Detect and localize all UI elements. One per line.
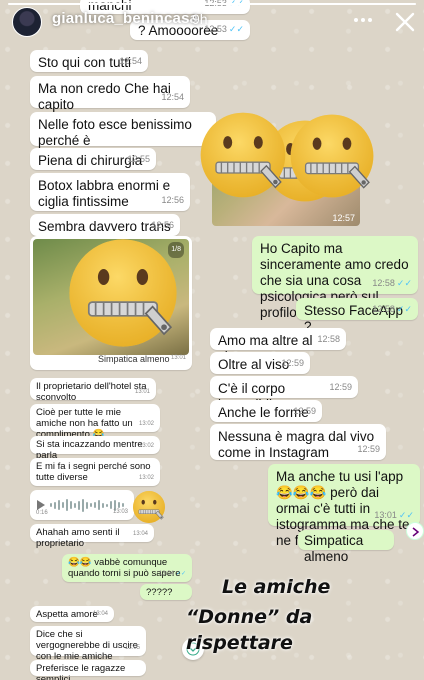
- voice-note-bubble: 0:16 13:03: [30, 490, 134, 520]
- chat-bubble-incoming: Nelle foto esce benissimo perché è: [30, 112, 216, 148]
- chat-bubble-incoming: Nessuna è magra dal vivo come in Instagr…: [210, 424, 386, 460]
- chat-bubble-incoming: Amo ma altre al viso 12:58: [210, 328, 346, 364]
- message-text: Il proprietario dell'hotel sta sconvolto: [36, 381, 147, 403]
- message-text: Dice che si vergognerebbe di uscire con …: [36, 629, 138, 662]
- message-time: 12:56: [161, 195, 184, 205]
- zipper-mouth-sticker: [66, 236, 180, 350]
- waveform-bar: [74, 502, 76, 508]
- waveform-bar: [50, 503, 52, 507]
- story-header: gianluca_benincasa 9h: [0, 0, 424, 44]
- story-username[interactable]: gianluca_benincasa: [52, 10, 198, 27]
- waveform-bar: [62, 502, 64, 508]
- message-text: E mi fa i segni perché sono tutte divers…: [36, 461, 151, 483]
- message-time: 12:58 ✓✓: [372, 304, 412, 314]
- chat-bubble-outgoing: Simpatica almeno: [298, 530, 394, 564]
- voice-duration: 0:16: [36, 510, 48, 516]
- message-text: Nessuna è magra dal vivo come in Instagr…: [218, 429, 375, 460]
- close-icon[interactable]: [392, 9, 418, 35]
- chat-bubble-incoming: Ma non credo Che hai capito 12:54: [30, 76, 190, 112]
- message-time: 12:58: [317, 334, 340, 344]
- chat-bubble-outgoing: Stesso FaceApp ? 12:58 ✓✓: [296, 298, 418, 334]
- waveform-bar: [106, 503, 108, 507]
- message-text: Aspetta amore: [36, 609, 98, 620]
- waveform-bar: [86, 501, 88, 509]
- zipper-mouth-sticker: [288, 112, 376, 200]
- chat-bubble-incoming: Piena di chirurgia 12:55: [30, 148, 156, 170]
- message-text: Simpatica almeno: [304, 533, 364, 564]
- waveform-bar: [110, 501, 112, 509]
- chat-bubble-incoming: Botox labbra enormi e ciglia fintissime …: [30, 173, 190, 211]
- message-text: Nelle foto esce benissimo perché è: [38, 117, 192, 148]
- story-caption-line1: Le amiche: [222, 576, 331, 598]
- chat-bubble-incoming: Oltre al viso 12:59: [210, 352, 310, 374]
- waveform-bar: [102, 502, 104, 508]
- waveform-bar: [82, 498, 84, 512]
- message-time: 13:04: [92, 611, 108, 617]
- message-time: 12:59: [281, 358, 304, 368]
- chat-bubble-outgoing: 😂😂 vabbè comunque quando torni si può sa…: [62, 554, 192, 582]
- message-text: ?????: [146, 587, 173, 598]
- message-time: 12:59: [293, 406, 316, 416]
- message-time: 13:03: [112, 509, 128, 515]
- message-time: 13:04 ✓✓: [158, 571, 186, 577]
- message-text: Preferisce le ragazze semplici: [36, 663, 126, 680]
- waveform-bar: [90, 503, 92, 507]
- story-time-ago: 9h: [192, 11, 208, 27]
- waveform-bar: [66, 499, 68, 511]
- chat-bubble-outgoing: ?????: [140, 584, 192, 600]
- forward-icon: [412, 527, 420, 537]
- message-time: 13:01: [134, 389, 150, 395]
- waveform-bar: [98, 500, 100, 510]
- message-time: 12:59: [357, 444, 380, 454]
- story-caption-line2: “Donne” da rispettare: [186, 606, 313, 654]
- zipper-mouth-sticker: [132, 490, 166, 524]
- waveform-bar: [70, 501, 72, 509]
- more-options-icon[interactable]: [354, 12, 378, 28]
- message-text: Botox labbra enormi e ciglia fintissime: [38, 178, 171, 209]
- message-text: Ahahah amo senti il proprietario: [36, 527, 120, 549]
- waveform-bar: [54, 501, 56, 509]
- waveform-bar: [94, 502, 96, 508]
- message-time: 12:54: [119, 56, 142, 66]
- chat-bubble-incoming: Dice che si vergognerebbe di uscire con …: [30, 626, 146, 662]
- chat-bubble-incoming: Sembra davvero trans 12:56: [30, 214, 180, 236]
- message-time: 12:54: [161, 92, 184, 102]
- chat-bubble-incoming: Il proprietario dell'hotel sta sconvolto…: [30, 378, 156, 403]
- message-time: 13:02: [138, 475, 154, 481]
- chat-bubble-outgoing: Ho Capito ma sinceramente amo credo che …: [252, 236, 418, 320]
- message-time: 12:56: [151, 220, 174, 230]
- waveform-bar: [78, 500, 80, 510]
- photo-caption: Simpatica almeno: [98, 354, 170, 364]
- message-time: 13:02: [138, 421, 154, 427]
- message-text: Sto qui con tutti: [38, 55, 132, 70]
- photo-time: 12:57: [332, 213, 355, 223]
- chat-bubble-incoming: Cioè per tutte le mie amiche non ha fatt…: [30, 404, 160, 440]
- avatar[interactable]: [12, 7, 42, 37]
- message-time: 13:05: [124, 645, 140, 651]
- chat-bubble-incoming: Anche le forme 12:59: [210, 400, 322, 422]
- chat-bubble-incoming: Ahahah amo senti il proprietario 13:04: [30, 524, 154, 549]
- story-viewer: manchi 12:53✓✓ ? Amooooree 12:53✓✓ Sto q…: [0, 0, 424, 680]
- waveform-bar: [58, 500, 60, 510]
- message-text: Oltre al viso: [218, 357, 290, 372]
- chat-bubble-incoming: Si sta incazzando mentre parla 13:02: [30, 436, 160, 461]
- message-text: Ma non credo Che hai capito: [38, 81, 171, 112]
- message-time: 13:01 ✓✓: [374, 510, 414, 520]
- message-time: 12:59: [329, 382, 352, 392]
- message-time: 13:01: [170, 355, 186, 361]
- message-time: 12:58 ✓✓: [372, 278, 412, 288]
- zipper-mouth-sticker: [198, 110, 288, 200]
- chat-bubble-incoming: Sto qui con tutti 12:54: [30, 50, 148, 72]
- chat-bubble-incoming: C'è il corpo inguaribile 12:59: [210, 376, 358, 412]
- chat-bubble-incoming: Aspetta amore 13:04: [30, 606, 114, 622]
- message-time: 13:04: [132, 531, 148, 537]
- chat-bubble-incoming: Preferisce le ragazze semplici: [30, 660, 146, 680]
- forward-button[interactable]: [406, 522, 424, 540]
- message-time: 13:02: [138, 443, 154, 449]
- message-time: 12:55: [127, 154, 150, 164]
- chat-bubble-incoming: E mi fa i segni perché sono tutte divers…: [30, 458, 160, 486]
- chat-bubble-outgoing: Ma anche tu usi l'app 😂😂😂 però dai ormai…: [268, 464, 420, 548]
